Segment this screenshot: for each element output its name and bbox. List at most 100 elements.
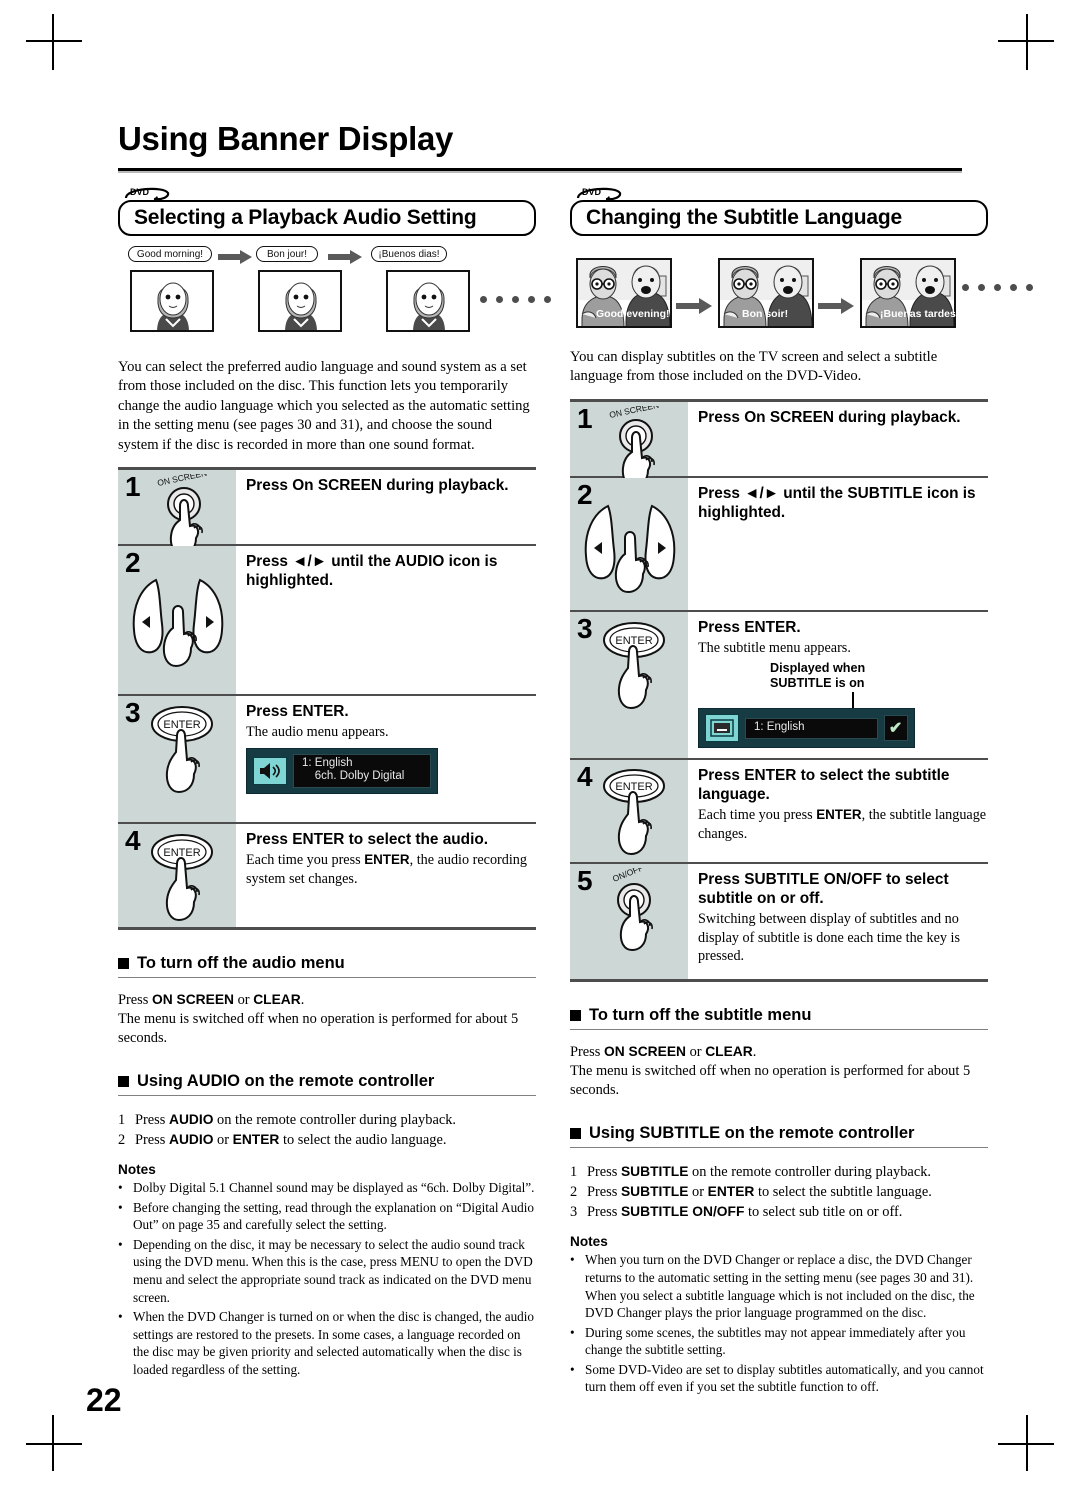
step-content: Press ENTER. The subtitle menu appears. …	[688, 612, 988, 759]
left-right-buttons-icon	[126, 574, 230, 695]
list-item: • When the DVD Changer is turned on or wh…	[118, 1308, 536, 1378]
on-off-button-icon: ON/OFF	[602, 863, 682, 965]
list-item: 2 Press SUBTITLE or ENTER to select the …	[570, 1182, 988, 1202]
list-text: Press SUBTITLE or ENTER to select the su…	[587, 1184, 932, 1201]
turnoff-mid: or	[686, 1044, 706, 1061]
step-row: 1 ON SCREEN Press On SCREEN during playb…	[118, 468, 536, 556]
arrow-right-icon-1	[676, 298, 712, 319]
step-number: 5	[577, 865, 593, 897]
bullet-icon: •	[570, 1252, 575, 1268]
list-item: • When you turn on the DVD Changer or rep…	[570, 1251, 988, 1321]
title-rule	[118, 168, 962, 173]
step-content: Press ENTER to select the audio. Each ti…	[236, 824, 536, 927]
step-title: Press ◄/► until the SUBTITLE icon is hig…	[698, 484, 976, 521]
square-bullet-icon	[118, 958, 129, 970]
speech-bubble-1: Good morning!	[128, 246, 212, 262]
note-text: During some scenes, the subtitles may no…	[585, 1324, 966, 1358]
tv-frame-2	[258, 270, 342, 332]
step-description: Switching between display of subtitles a…	[698, 911, 961, 965]
remote-steps-subtitle: 1 Press SUBTITLE on the remote controlle…	[570, 1162, 988, 1222]
note-text: Before changing the setting, read throug…	[133, 1199, 535, 1233]
crop-mark-bottom-left	[26, 1415, 82, 1471]
step-description: Each time you press ENTER, the subtitle …	[698, 806, 988, 843]
subtitle-caption-3: ¡Buenas tardes!	[880, 308, 960, 320]
desc-pre: Each time you press	[246, 852, 365, 869]
page-number: 22	[86, 1382, 122, 1418]
left-right-buttons-icon	[578, 500, 682, 617]
desc-pre: Each time you press	[698, 807, 817, 824]
section-title-audio-label: Selecting a Playback Audio Setting	[134, 206, 477, 229]
bullet-icon: •	[118, 1236, 123, 1252]
square-bullet-icon	[570, 1010, 581, 1022]
enter-button-icon: ENTER	[144, 830, 230, 939]
step-row: 4 ENTER Press ENTER to select the subtit…	[570, 760, 988, 865]
turnoff-bold-clear: CLEAR	[705, 1044, 753, 1060]
page-title: Using Banner Display	[118, 120, 454, 157]
step-number: 4	[125, 825, 141, 857]
note-text: Depending on the disc, it may be necessa…	[133, 1236, 533, 1305]
ellipsis-dots-audio	[480, 296, 551, 303]
step-key-graphic: 3 ENTER	[570, 611, 688, 759]
subheading-using-audio-remote: Using AUDIO on the remote controller	[118, 1072, 536, 1097]
turnoff-bold-on-screen: ON SCREEN	[603, 1044, 687, 1060]
steps-audio: 1 ON SCREEN Press On SCREEN during playb…	[118, 467, 536, 931]
step-content: Press ◄/► until the AUDIO icon is highli…	[236, 546, 536, 694]
note-text: Some DVD-Video are set to display subtit…	[585, 1361, 984, 1395]
list-item: • During some scenes, the subtitles may n…	[570, 1324, 988, 1359]
section-title-subtitle: Changing the Subtitle Language	[570, 200, 988, 236]
notes-list-subtitle: • When you turn on the DVD Changer or rep…	[570, 1251, 988, 1396]
arrow-right-icon-2	[818, 298, 854, 319]
audio-osd-line2: 6ch. Dolby Digital	[302, 770, 405, 783]
list-text: Press AUDIO or ENTER to select the audio…	[135, 1132, 447, 1149]
list-item: 1 Press SUBTITLE on the remote controlle…	[570, 1162, 988, 1182]
step-number: 4	[577, 761, 593, 793]
subheading-using-subtitle-remote: Using SUBTITLE on the remote controller	[570, 1124, 988, 1149]
step-description: The audio menu appears.	[246, 724, 389, 741]
step-number: 1	[125, 471, 141, 503]
step-key-graphic: 3 ENTER	[118, 696, 236, 823]
turnoff-bold-on-screen: ON SCREEN	[151, 992, 235, 1008]
remote-steps-audio: 1 Press AUDIO on the remote controller d…	[118, 1110, 536, 1150]
step-number: 2	[125, 547, 141, 579]
subtitle-osd-line1: 1: English	[754, 721, 805, 734]
bullet-icon: •	[118, 1309, 123, 1325]
turnoff-post: .	[752, 1044, 757, 1061]
step-content: Press ENTER. The audio menu appears. 1: …	[236, 696, 536, 822]
step-title: Press ◄/► until the AUDIO icon is highli…	[246, 553, 498, 590]
step-number: 3	[577, 612, 593, 644]
step-row: 3 ENTER Press ENTER. The	[118, 696, 536, 825]
turnoff-line2: The menu is switched off when no operati…	[570, 1063, 971, 1099]
svg-text:ON/OFF: ON/OFF	[611, 868, 645, 884]
turnoff-pre: Press	[570, 1044, 604, 1061]
list-item: • Dolby Digital 5.1 Channel sound may be …	[118, 1179, 536, 1197]
intro-paragraph-subtitle: You can display subtitles on the TV scre…	[570, 349, 938, 385]
list-number: 1	[570, 1164, 578, 1181]
dvd-badge-icon: DVD	[576, 184, 622, 204]
subheading-label: Using SUBTITLE on the remote controller	[589, 1124, 915, 1143]
subtitle-caption-1: Good evening!	[596, 308, 670, 320]
audio-osd-text: 1: English 6ch. Dolby Digital	[293, 753, 432, 788]
list-item: • Depending on the disc, it may be necess…	[118, 1236, 536, 1306]
section-title-audio: Selecting a Playback Audio Setting	[118, 200, 536, 236]
note-text: When the DVD Changer is turned on or whe…	[133, 1309, 535, 1377]
subtitle-icon	[705, 714, 739, 743]
section-header-audio: DVD Selecting a Playback Audio Setting	[118, 187, 536, 236]
list-item: 1 Press AUDIO on the remote controller d…	[118, 1110, 536, 1130]
square-bullet-icon	[118, 1076, 129, 1088]
notes-list-audio: • Dolby Digital 5.1 Channel sound may be …	[118, 1179, 536, 1379]
step-title: Press ENTER to select the subtitle langu…	[698, 767, 950, 804]
enter-button-icon: ENTER	[596, 618, 682, 733]
turnoff-post: .	[300, 992, 305, 1009]
step-row: 2 Press ◄/► until t	[570, 477, 988, 612]
list-item: 3 Press SUBTITLE ON/OFF to select sub ti…	[570, 1202, 988, 1222]
section-header-subtitle: DVD Changing the Subtitle Language	[570, 187, 988, 236]
step-content: Press On SCREEN during playback.	[688, 402, 988, 476]
manual-page: Using Banner Display 22 DVD Selecting a …	[0, 0, 1080, 1485]
subheading-turn-off-subtitle-menu: To turn off the subtitle menu	[570, 1006, 988, 1031]
bullet-icon: •	[118, 1180, 123, 1196]
list-text: Press SUBTITLE on the remote controller …	[587, 1164, 931, 1181]
svg-text:ON SCREEN: ON SCREEN	[156, 474, 208, 488]
crop-mark-bottom-right	[998, 1415, 1054, 1471]
list-item: • Some DVD-Video are set to display subti…	[570, 1361, 988, 1396]
step-content: Press SUBTITLE ON/OFF to select subtitle…	[688, 864, 988, 979]
